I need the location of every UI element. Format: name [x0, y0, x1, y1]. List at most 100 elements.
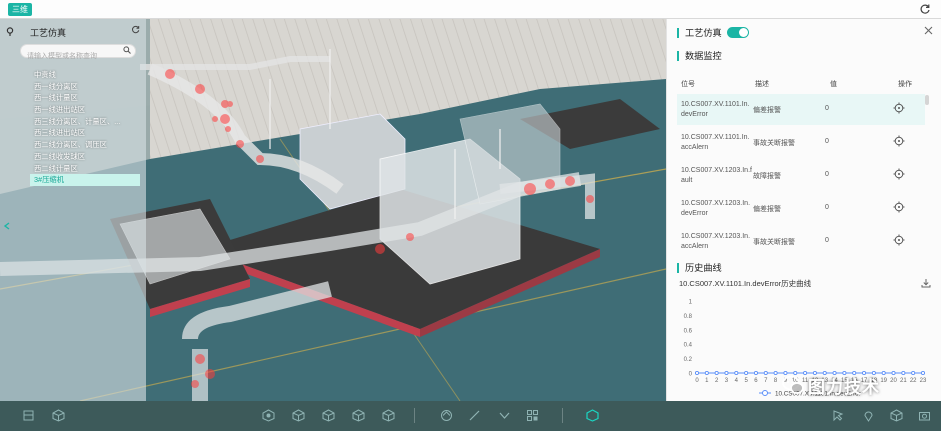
- row-desc: 事故关断报警: [753, 239, 795, 246]
- table-scrollbar[interactable]: [925, 95, 929, 105]
- data-point: [911, 370, 916, 376]
- monitor-title: 数据监控: [677, 51, 722, 61]
- tree-search-input[interactable]: [21, 50, 117, 63]
- layers-icon[interactable]: [22, 409, 35, 422]
- tree-item[interactable]: 西一线进出站区: [30, 104, 140, 116]
- x-tick-label: 6: [754, 378, 758, 384]
- row-tag: 10.CS007.XV.1203.In.accAlern: [681, 233, 751, 250]
- x-tick-label: 21: [900, 378, 907, 384]
- settings-cube-icon[interactable]: [890, 409, 903, 422]
- locate-icon[interactable]: [893, 234, 905, 246]
- row-tag: 10.CS007.XV.1101.In.devError: [681, 101, 750, 118]
- location-pin-icon[interactable]: [862, 409, 875, 422]
- x-tick-label: 4: [735, 378, 739, 384]
- view-front-icon[interactable]: [292, 409, 305, 422]
- data-point: [734, 370, 739, 376]
- rotate-icon[interactable]: [440, 409, 453, 422]
- tree-item[interactable]: 西一线计量区: [30, 92, 140, 104]
- data-point: [744, 370, 749, 376]
- refresh-icon[interactable]: [919, 3, 931, 15]
- measure-icon[interactable]: [468, 409, 481, 422]
- locate-icon[interactable]: [893, 102, 905, 114]
- view-top-icon[interactable]: [262, 409, 275, 422]
- x-tick-label: 5: [744, 378, 748, 384]
- legend-marker: [762, 390, 768, 396]
- 3d-view-button[interactable]: 三维: [8, 3, 32, 16]
- screenshot-icon[interactable]: [918, 409, 931, 422]
- x-tick-label: 3: [725, 378, 729, 384]
- view-right-icon[interactable]: [352, 409, 365, 422]
- tree-item[interactable]: 中贵线: [30, 69, 140, 81]
- y-tick-label: 0.4: [684, 343, 693, 349]
- toggle-knob: [739, 28, 748, 37]
- y-tick-label: 0.2: [684, 357, 693, 363]
- y-tick-label: 0.8: [684, 314, 693, 320]
- watermark: 图力技术: [782, 373, 880, 397]
- table-row[interactable]: 10.CS007.XV.1101.In.accAlern 事故关断报警 0: [677, 127, 925, 158]
- cube-icon[interactable]: [52, 409, 65, 422]
- search-icon[interactable]: [123, 46, 131, 56]
- grid-icon[interactable]: [526, 409, 539, 422]
- col-desc: 描述: [755, 81, 769, 88]
- table-header: 位号 描述 值 操作: [667, 79, 941, 91]
- table-row[interactable]: 10.CS007.XV.1101.In.devError 偏差报警 0: [677, 94, 925, 125]
- row-desc: 偏差报警: [753, 206, 781, 213]
- row-value: 0: [825, 204, 829, 211]
- close-icon[interactable]: [924, 26, 933, 38]
- table-row[interactable]: 10.CS007.XV.1203.In.fault 故障报警 0: [677, 160, 925, 191]
- location-icon[interactable]: [6, 27, 14, 38]
- fold-icon[interactable]: [498, 409, 511, 422]
- tree-list: 中贵线 西一线分离区 西一线计量区 西一线进出站区 西三线分离区、计量区、...…: [30, 69, 140, 186]
- col-tag: 位号: [681, 81, 695, 88]
- table-row[interactable]: 10.CS007.XV.1203.In.accAlern 事故关断报警 0: [677, 226, 925, 257]
- cursor-icon[interactable]: [832, 409, 845, 422]
- tree-item[interactable]: 西三线分离区、计量区、...: [30, 116, 140, 128]
- model-tree-panel: 工艺仿真 中贵线 西一线分离区 西一线计量区 西一线进出站区 西三线分离区、计量…: [0, 19, 146, 401]
- tree-item[interactable]: 西一线分离区: [30, 81, 140, 93]
- data-point: [724, 370, 729, 376]
- download-icon[interactable]: [921, 278, 931, 288]
- tree-item[interactable]: 西二线计量区: [30, 163, 140, 175]
- chart-title: 10.CS007.XV.1101.In.devError历史曲线: [679, 279, 812, 288]
- tree-item[interactable]: 西三线进出站区: [30, 127, 140, 139]
- row-value: 0: [825, 237, 829, 244]
- wechat-icon: [782, 375, 804, 395]
- x-tick-label: 22: [910, 378, 917, 384]
- table-row[interactable]: 10.CS007.XV.1203.In.devError 偏差报警 0: [677, 193, 925, 224]
- x-tick-label: 19: [880, 378, 887, 384]
- locate-icon[interactable]: [893, 168, 905, 180]
- tree-item[interactable]: 西二线分离区、调压区: [30, 139, 140, 151]
- data-point: [753, 370, 759, 376]
- y-tick-label: 1: [689, 300, 693, 306]
- collapse-arrow-icon[interactable]: [3, 222, 10, 230]
- view-back-icon[interactable]: [382, 409, 395, 422]
- toolbar-divider: [562, 408, 563, 423]
- watermark-text: 图力技术: [808, 377, 880, 397]
- tree-refresh-icon[interactable]: [131, 25, 140, 37]
- bottom-toolbar: [0, 401, 941, 431]
- simulation-toggle[interactable]: [727, 27, 749, 38]
- view-left-icon[interactable]: [322, 409, 335, 422]
- locate-icon[interactable]: [893, 201, 905, 213]
- y-tick-label: 0: [689, 372, 693, 378]
- data-point: [901, 370, 906, 376]
- x-tick-label: 23: [920, 378, 927, 384]
- row-value: 0: [825, 138, 829, 145]
- x-tick-label: 2: [715, 378, 719, 384]
- row-desc: 偏差报警: [753, 107, 781, 114]
- row-tag: 10.CS007.XV.1203.In.fault: [681, 167, 752, 184]
- data-point: [763, 370, 768, 376]
- x-tick-label: 7: [764, 378, 768, 384]
- row-value: 0: [825, 105, 829, 112]
- col-op: 操作: [898, 81, 912, 88]
- model-icon[interactable]: [586, 409, 599, 422]
- data-point: [704, 370, 709, 376]
- row-value: 0: [825, 171, 829, 178]
- history-title: 历史曲线: [677, 263, 722, 273]
- col-value: 值: [830, 81, 837, 88]
- tree-item-selected[interactable]: 3#压缩机: [30, 174, 140, 186]
- tree-item[interactable]: 西二线收发球区: [30, 151, 140, 163]
- tree-search-box: [20, 44, 136, 63]
- locate-icon[interactable]: [893, 135, 905, 147]
- x-tick-label: 20: [890, 378, 897, 384]
